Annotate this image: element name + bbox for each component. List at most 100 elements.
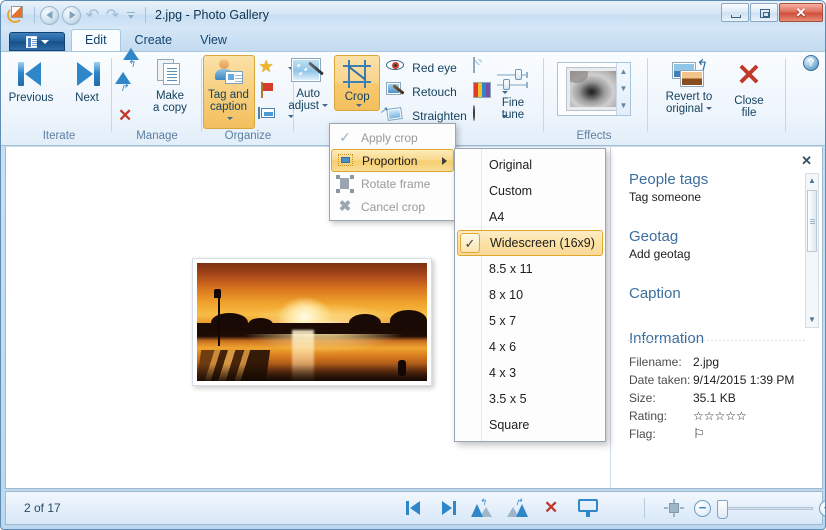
minimize-button[interactable] [721,3,749,22]
fit-to-window-button[interactable] [664,499,684,517]
back-button[interactable] [40,5,59,25]
scroll-down-icon[interactable]: ▼ [806,313,818,327]
group-separator [543,58,544,132]
sunset-over-lake-photo[interactable] [197,263,427,381]
proportion-item-5x7[interactable]: 5 x 7 [455,308,605,334]
add-geotag-link[interactable]: Add geotag [629,247,822,261]
menu-item-proportion[interactable]: Proportion [331,149,454,172]
proportion-item-3-5x5[interactable]: 3.5 x 5 [455,386,605,412]
file-menu-button[interactable] [9,32,65,51]
zoom-control: − + [694,499,825,519]
previous-label: Previous [8,92,54,104]
zoom-out-button[interactable]: − [694,499,711,517]
zoom-in-button[interactable]: + [819,499,825,517]
cancel-crop-icon: ✖ [338,198,352,215]
rotate-frame-icon [332,173,358,194]
menu-item-cancel-crop[interactable]: ✖ Cancel crop [330,195,455,218]
customize-quick-access-icon[interactable] [124,7,138,23]
revert-icon: ↰ [672,58,707,88]
tab-view[interactable]: View [186,30,241,51]
proportion-item-8-5x11[interactable]: 8.5 x 11 [455,256,605,282]
maximize-button[interactable] [750,3,778,22]
date-taken-key: Date taken: [629,373,691,387]
previous-button[interactable]: Previous [3,57,59,104]
flag-icon [259,82,281,102]
info-row-size: Size: 35.1 KB [629,389,822,407]
ribbon-group-organize: Tag and caption ★ Organize [202,52,294,146]
menu-item-rotate-frame[interactable]: Rotate frame [330,172,455,195]
flag-value[interactable]: ⚐ [693,425,705,443]
rotate-right-button[interactable]: ↱ [115,72,144,105]
divider [644,498,645,518]
auto-adjust-button[interactable]: ✦ ✦ ✦ Auto adjust [282,55,334,112]
filename-value: 2.jpg [693,355,720,369]
proportion-item-custom[interactable]: Custom [455,178,605,204]
proportion-submenu: Original Custom A4 ✓ Widescreen (16x9) 8… [454,148,606,442]
tag-someone-link[interactable]: Tag someone [629,190,822,204]
rotate-counterclockwise-button[interactable]: ↰ [471,497,494,517]
rating-stars[interactable]: ☆☆☆☆☆ [693,407,747,425]
rotate-right-icon: ↱ [115,72,140,104]
proportion-item-4x3[interactable]: 4 x 3 [455,360,605,386]
filename-key: Filename: [629,355,682,369]
effect-thumbnail[interactable] [566,67,622,111]
photo-frame[interactable] [192,258,432,386]
straighten-label: Straighten [412,109,467,123]
rotate-clockwise-button[interactable]: ↱ [507,497,530,517]
delete-image-button[interactable]: ✕ [544,498,564,518]
retouch-icon [386,82,408,102]
forward-button[interactable] [62,5,81,25]
proportion-item-square[interactable]: Square [455,412,605,438]
revert-label-1: Revert to [665,91,713,103]
effects-gallery-scroll[interactable]: ▲ ▼ ▼ [616,63,630,115]
previous-image-button[interactable] [404,498,424,518]
revert-to-original-button[interactable]: ↰ Revert to original [656,58,722,115]
scroll-up-icon[interactable]: ▲ [806,174,818,188]
red-eye-button[interactable]: Red eye [386,57,467,79]
info-panel-scrollbar[interactable]: ▲ ▼ [805,173,819,328]
manage-small-buttons: ↰ ↱ ✕ [115,48,144,129]
tag-caption-label-1: Tag and [208,89,249,101]
make-a-copy-button[interactable]: Make a copy [144,57,196,114]
ribbon-group-effects: ▲ ▼ ▼ Effects [545,52,643,146]
proportion-item-original[interactable]: Original [455,152,605,178]
proportion-item-4x6[interactable]: 4 x 6 [455,334,605,360]
effects-gallery[interactable]: ▲ ▼ ▼ [557,62,631,116]
red-eye-icon [386,58,408,78]
retouch-button[interactable]: Retouch [386,81,467,103]
fine-tune-button[interactable]: Fine tune [485,66,541,121]
crop-button[interactable]: Crop [334,55,381,111]
redo-icon[interactable]: ↷ [104,7,121,24]
close-button[interactable]: ✕ [779,3,823,22]
close-file-button[interactable]: ✕ Close file [722,60,776,120]
next-button[interactable]: Next [59,57,115,104]
menu-item-apply-crop[interactable]: ✓ Apply crop [330,126,455,149]
info-panel: ✕ ▲ ▼ People tags Tag someone Geotag Add… [610,147,822,488]
play-slideshow-button[interactable] [578,499,598,517]
tab-edit[interactable]: Edit [71,29,121,51]
undo-icon[interactable]: ↶ [84,7,101,24]
proportion-item-widescreen[interactable]: ✓ Widescreen (16x9) [457,230,603,256]
next-image-button[interactable] [438,498,458,518]
scroll-up-icon[interactable]: ▲ [620,67,628,76]
scroll-down-icon[interactable]: ▼ [620,84,628,93]
title-bar: ↶ ↷ 2.jpg - Photo Gallery ✕ [1,1,825,29]
copy-icon [157,59,183,87]
retouch-label: Retouch [412,85,457,99]
scrollbar-thumb[interactable] [807,190,817,252]
proportion-item-a4[interactable]: A4 [455,204,605,230]
close-panel-icon[interactable]: ✕ [801,153,812,169]
tag-and-caption-button[interactable]: Tag and caption [202,55,255,129]
group-separator [111,58,112,132]
delete-button[interactable]: ✕ [118,107,144,129]
zoom-slider[interactable] [717,499,813,519]
scroll-more-icon[interactable]: ▼ [620,102,628,110]
chevron-right-icon [442,156,447,165]
help-icon[interactable]: ? [803,55,819,71]
group-label-organize: Organize [224,130,272,142]
photo-gallery-window: ↶ ↷ 2.jpg - Photo Gallery ✕ Edit Create … [0,0,826,530]
zoom-slider-thumb[interactable] [717,499,728,519]
apply-crop-label: Apply crop [361,130,418,145]
info-row-flag: Flag: ⚐ [629,425,822,443]
proportion-item-8x10[interactable]: 8 x 10 [455,282,605,308]
